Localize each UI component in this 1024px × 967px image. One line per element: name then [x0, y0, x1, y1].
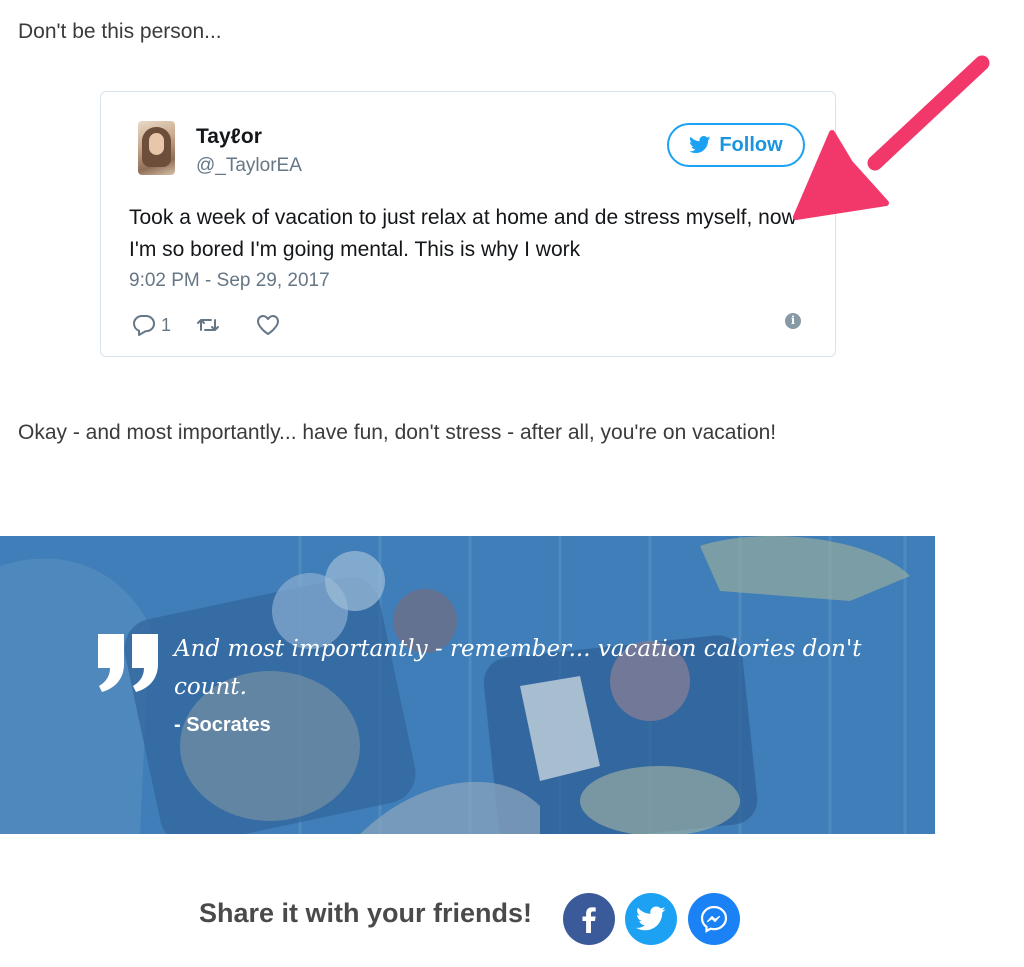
tweet-actions: 1	[131, 312, 281, 338]
share-label: Share it with your friends!	[199, 898, 533, 928]
tweet-timestamp[interactable]: 9:02 PM - Sep 29, 2017	[129, 270, 330, 292]
reply-icon	[133, 315, 155, 336]
follow-label: Follow	[719, 133, 783, 156]
info-icon[interactable]: i	[785, 313, 801, 329]
reply-action[interactable]: 1	[131, 313, 171, 337]
twitter-bird-icon	[689, 136, 711, 154]
messenger-icon	[700, 905, 728, 933]
tweet-author-handle[interactable]: @_TaylorEA	[196, 155, 302, 177]
reply-count: 1	[161, 314, 172, 335]
avatar[interactable]	[138, 121, 175, 175]
pointer-arrow-icon	[793, 55, 990, 220]
retweet-action[interactable]	[195, 313, 221, 337]
embedded-tweet[interactable]: Tayℓor @_TaylorEA Follow Took a week of …	[100, 91, 836, 357]
like-action[interactable]	[255, 313, 281, 337]
retweet-icon	[197, 319, 220, 331]
quote-mark-icon	[98, 634, 158, 692]
intro-text: Don't be this person...	[18, 20, 222, 43]
quote-text: And most importantly - remember... vacat…	[174, 636, 862, 700]
facebook-icon	[582, 907, 596, 933]
share-messenger-button[interactable]	[688, 893, 740, 945]
tweet-text: Took a week of vacation to just relax at…	[129, 206, 797, 261]
twitter-icon	[636, 906, 666, 931]
share-facebook-button[interactable]	[563, 893, 615, 945]
share-twitter-button[interactable]	[625, 893, 677, 945]
heart-icon	[257, 315, 280, 335]
closing-paragraph: Okay - and most importantly... have fun,…	[18, 421, 777, 444]
tweet-author-name[interactable]: Tayℓor	[196, 125, 262, 149]
quote-author: - Socrates	[174, 714, 271, 736]
